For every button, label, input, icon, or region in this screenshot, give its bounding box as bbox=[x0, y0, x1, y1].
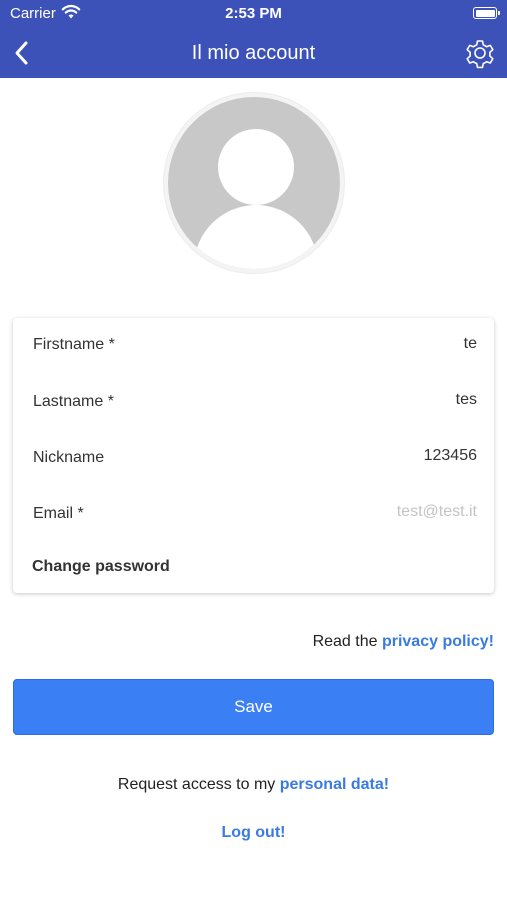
nickname-input[interactable]: 123456 bbox=[424, 447, 477, 465]
lastname-field[interactable]: Lastname * tes bbox=[13, 374, 494, 430]
email-input[interactable]: test@test.it bbox=[397, 503, 477, 521]
logout-link[interactable]: Log out! bbox=[222, 824, 286, 841]
privacy-policy-link[interactable]: privacy policy! bbox=[382, 633, 494, 650]
nickname-field[interactable]: Nickname 123456 bbox=[13, 430, 494, 486]
avatar[interactable] bbox=[164, 93, 344, 273]
status-time: 2:53 PM bbox=[225, 5, 282, 22]
personal-data-link[interactable]: personal data! bbox=[280, 776, 389, 793]
status-bar: Carrier 2:53 PM bbox=[0, 0, 507, 28]
save-button[interactable]: Save bbox=[13, 679, 494, 735]
logout-link-wrap: Log out! bbox=[0, 824, 507, 842]
request-data-notice: Request access to my personal data! bbox=[0, 776, 507, 794]
nickname-label: Nickname bbox=[33, 449, 105, 466]
privacy-prefix: Read the bbox=[312, 633, 382, 650]
account-form-card: Firstname * te Lastname * tes Nickname 1… bbox=[13, 318, 494, 593]
firstname-field[interactable]: Firstname * te bbox=[13, 318, 494, 374]
page-title: Il mio account bbox=[191, 42, 316, 64]
email-label: Email * bbox=[33, 505, 84, 522]
privacy-notice: Read the privacy policy! bbox=[313, 633, 494, 651]
battery-icon bbox=[473, 7, 500, 19]
change-password-link[interactable]: Change password bbox=[32, 558, 170, 576]
gear-icon[interactable] bbox=[463, 36, 497, 70]
firstname-input[interactable]: te bbox=[464, 335, 477, 353]
email-field[interactable]: Email * test@test.it bbox=[13, 486, 494, 542]
firstname-label: Firstname * bbox=[33, 336, 115, 353]
nav-bar: Il mio account bbox=[0, 28, 507, 78]
lastname-input[interactable]: tes bbox=[456, 391, 477, 409]
default-user-avatar-icon bbox=[168, 97, 340, 269]
request-prefix: Request access to my bbox=[117, 776, 280, 793]
lastname-label: Lastname * bbox=[33, 393, 114, 410]
